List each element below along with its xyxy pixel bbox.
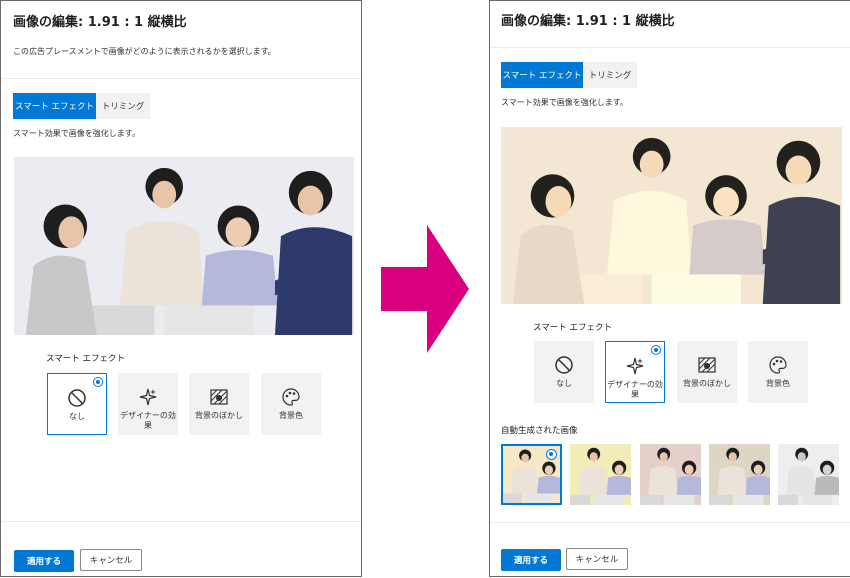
effect-blur-option[interactable]: 背景のぼかし (189, 373, 249, 435)
selected-radio-icon (93, 377, 103, 387)
no-entry-icon (68, 389, 86, 407)
palette-icon (769, 356, 787, 374)
cancel-button[interactable]: キャンセル (80, 549, 142, 571)
divider (490, 47, 850, 48)
panel-title: 画像の編集: 1.91 : 1 縦横比 (13, 15, 187, 30)
effect-blur-option[interactable]: 背景のぼかし (677, 341, 737, 403)
effect-none-label: なし (556, 379, 572, 388)
tab-smart-effects[interactable]: スマート エフェクト (13, 93, 96, 119)
tab-description: スマート効果で画像を強化します。 (13, 129, 140, 138)
smart-effects-label: スマート エフェクト (533, 323, 612, 333)
apply-button[interactable]: 適用する (501, 549, 561, 571)
effect-designer-label: デザイナーの効果 (607, 380, 663, 399)
tab-bar: スマート エフェクト トリミング (501, 62, 637, 88)
effect-color-option[interactable]: 背景色 (261, 373, 321, 435)
generated-image-thumbnail[interactable] (640, 444, 701, 505)
edit-image-panel-before: 画像の編集: 1.91 : 1 縦横比 この広告プレースメントで画像がどのように… (0, 0, 362, 577)
panel-description: この広告プレースメントで画像がどのように表示されるかを選択します。 (13, 47, 276, 56)
selected-radio-icon (546, 449, 557, 460)
tab-smart-effects[interactable]: スマート エフェクト (501, 62, 583, 88)
effect-blur-label: 背景のぼかし (195, 411, 243, 420)
cancel-button[interactable]: キャンセル (566, 548, 628, 570)
apply-button[interactable]: 適用する (14, 550, 74, 572)
selected-radio-icon (651, 345, 661, 355)
generated-image-thumbnail[interactable] (778, 444, 839, 505)
no-entry-icon (555, 356, 573, 374)
arrow-right-icon (381, 225, 469, 353)
smart-effects-label: スマート エフェクト (46, 354, 125, 364)
generated-images-label: 自動生成された画像 (501, 426, 578, 436)
effect-none-option[interactable]: なし (47, 373, 107, 435)
footer-divider (1, 521, 361, 522)
generated-image-thumbnail[interactable] (501, 444, 562, 505)
effect-designer-option[interactable]: デザイナーの効果 (118, 373, 178, 435)
tab-description: スマート効果で画像を強化します。 (501, 98, 628, 107)
effect-color-label: 背景色 (766, 379, 790, 388)
panel-title: 画像の編集: 1.91 : 1 縦横比 (501, 14, 675, 29)
effect-blur-label: 背景のぼかし (683, 379, 731, 388)
effect-none-label: なし (69, 412, 85, 421)
effect-none-option[interactable]: なし (534, 341, 594, 403)
effect-designer-label: デザイナーの効果 (120, 411, 176, 430)
effect-color-option[interactable]: 背景色 (748, 341, 808, 403)
preview-image (14, 157, 354, 335)
blur-background-icon (698, 357, 716, 373)
effect-color-label: 背景色 (279, 411, 303, 420)
sparkle-icon (139, 388, 157, 406)
edit-image-panel-after: 画像の編集: 1.91 : 1 縦横比 スマート エフェクト トリミング スマー… (489, 0, 850, 577)
palette-icon (282, 388, 300, 406)
sparkle-icon (626, 357, 644, 375)
divider (1, 78, 361, 79)
generated-image-thumbnail[interactable] (570, 444, 631, 505)
tab-bar: スマート エフェクト トリミング (13, 93, 150, 119)
tab-trimming[interactable]: トリミング (583, 62, 637, 88)
effect-designer-option[interactable]: デザイナーの効果 (605, 341, 665, 403)
generated-image-thumbnail[interactable] (709, 444, 770, 505)
footer-divider (490, 522, 850, 523)
tab-trimming[interactable]: トリミング (96, 93, 150, 119)
preview-image-designer (501, 127, 842, 304)
blur-background-icon (210, 389, 228, 405)
